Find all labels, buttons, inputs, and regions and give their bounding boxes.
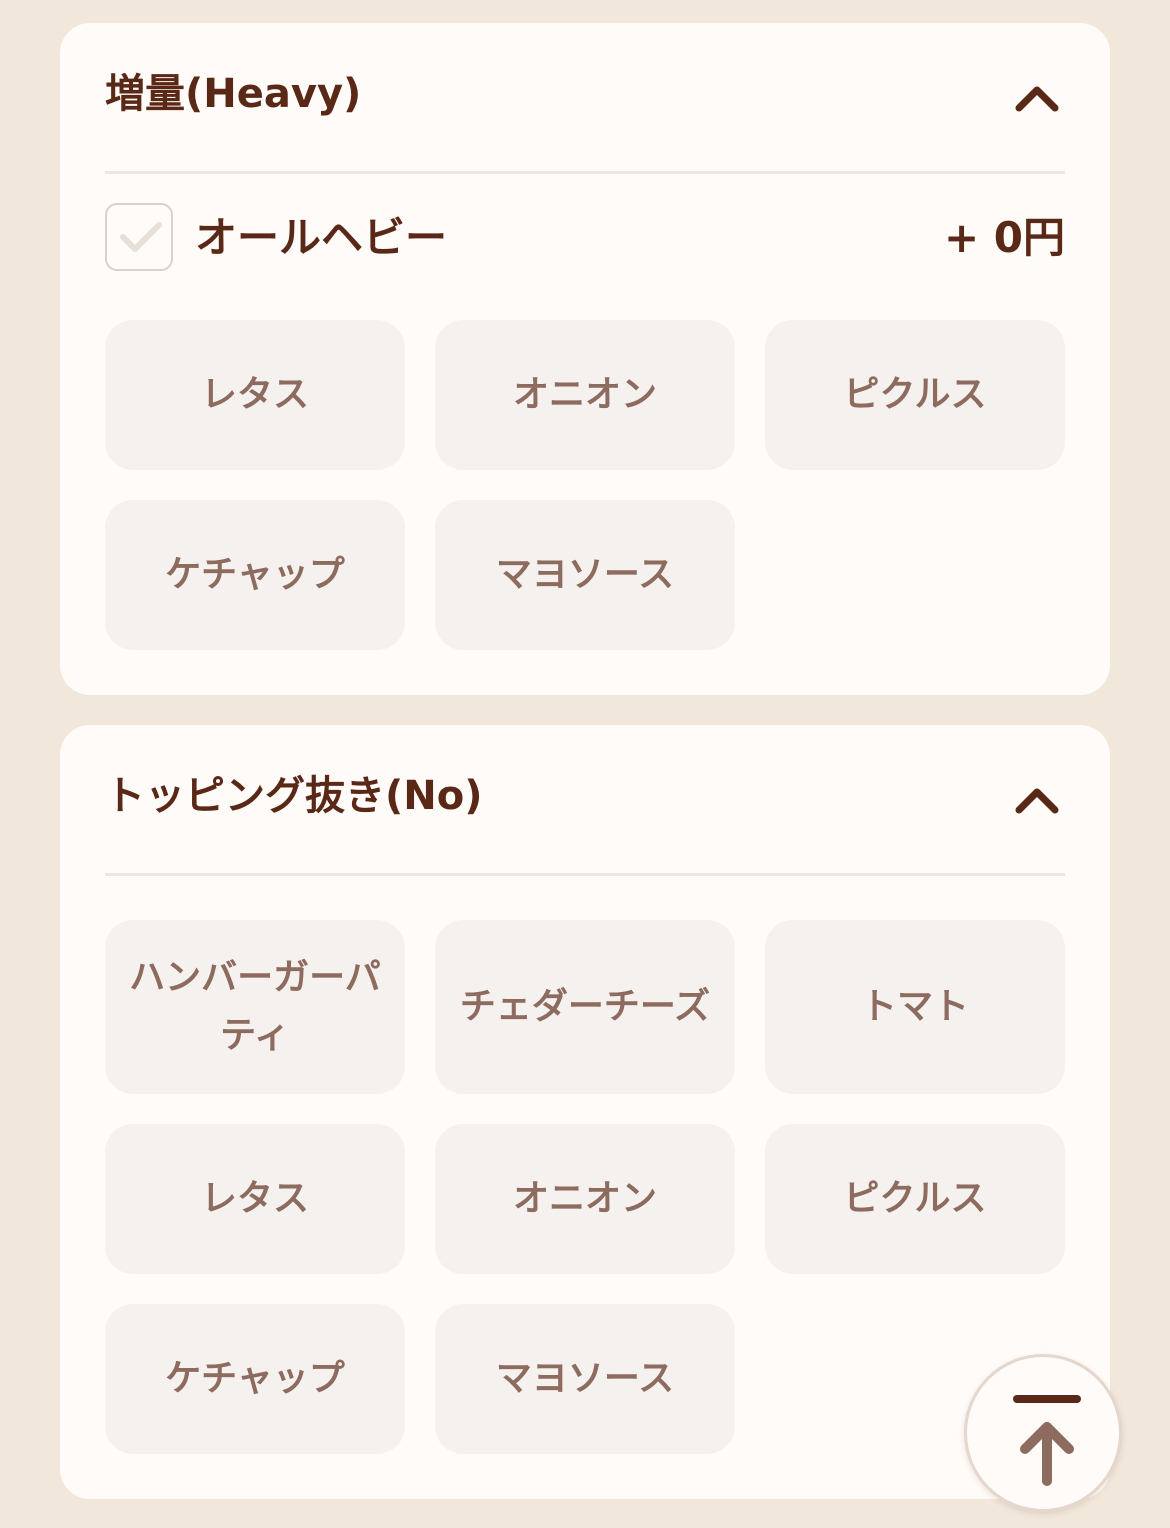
all-heavy-row[interactable]: オールヘビー + 0円: [105, 203, 1065, 275]
no-topping-option-button[interactable]: ピクルス: [765, 1124, 1065, 1274]
no-topping-option-button[interactable]: トマト: [765, 920, 1065, 1094]
chevron-up-icon[interactable]: [1013, 81, 1061, 115]
no-topping-section-header[interactable]: トッピング抜き(No): [105, 725, 1065, 876]
all-heavy-label: オールヘビー: [195, 213, 448, 262]
heavy-section-card: 増量(Heavy) オールヘビー + 0円 レタス オニオン ピクルス ケチャッ…: [60, 23, 1110, 695]
no-topping-section-card: トッピング抜き(No) ハンバーガーパティ チェダーチーズ トマト レタス オニ…: [60, 725, 1110, 1499]
heavy-section-title: 増量(Heavy): [105, 71, 362, 117]
no-topping-option-button[interactable]: オニオン: [435, 1124, 735, 1274]
all-heavy-checkbox[interactable]: [105, 203, 173, 271]
no-topping-option-button[interactable]: ケチャップ: [105, 1304, 405, 1454]
heavy-option-button[interactable]: ケチャップ: [105, 500, 405, 650]
chevron-up-icon[interactable]: [1013, 783, 1061, 817]
heavy-option-button[interactable]: レタス: [105, 320, 405, 470]
no-topping-option-button[interactable]: チェダーチーズ: [435, 920, 735, 1094]
no-topping-options-grid: ハンバーガーパティ チェダーチーズ トマト レタス オニオン ピクルス ケチャッ…: [105, 920, 1065, 1454]
scroll-to-top-button[interactable]: [964, 1354, 1122, 1512]
heavy-option-button[interactable]: ピクルス: [765, 320, 1065, 470]
heavy-option-button[interactable]: オニオン: [435, 320, 735, 470]
check-icon: [120, 222, 162, 252]
no-topping-option-button[interactable]: レタス: [105, 1124, 405, 1274]
all-heavy-price: + 0円: [943, 213, 1065, 262]
no-topping-section-title: トッピング抜き(No): [105, 773, 483, 819]
no-topping-option-button[interactable]: マヨソース: [435, 1304, 735, 1454]
arrow-up-to-line-icon: [1013, 1395, 1081, 1486]
heavy-section-header[interactable]: 増量(Heavy): [105, 23, 1065, 174]
heavy-options-grid: レタス オニオン ピクルス ケチャップ マヨソース: [105, 320, 1065, 650]
no-topping-option-button[interactable]: ハンバーガーパティ: [105, 920, 405, 1094]
heavy-option-button[interactable]: マヨソース: [435, 500, 735, 650]
